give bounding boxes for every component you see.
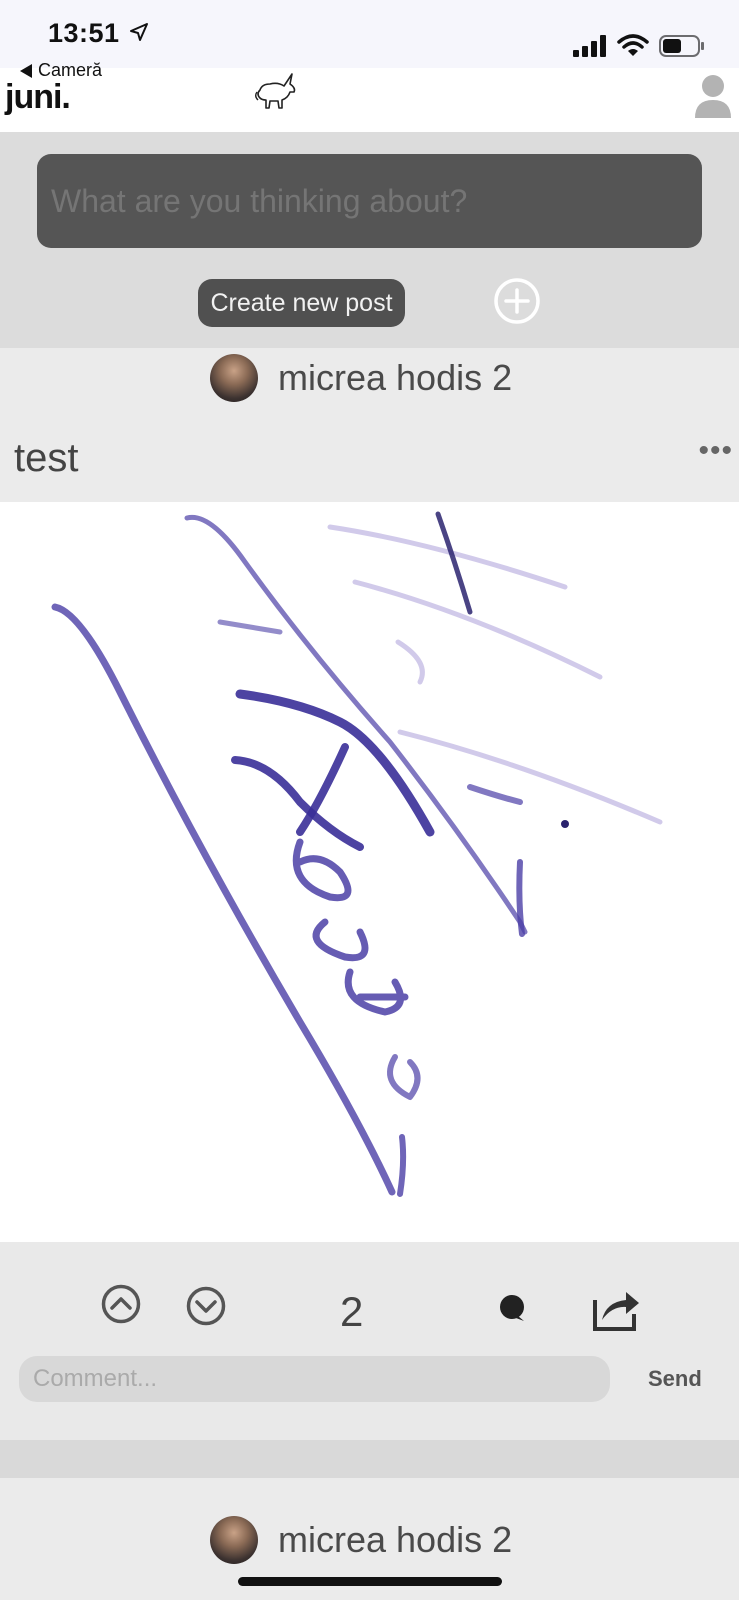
- unicorn-logo-icon[interactable]: [254, 72, 298, 117]
- comment-icon[interactable]: [498, 1294, 526, 1327]
- brand-logo[interactable]: juni.: [5, 78, 71, 117]
- send-button[interactable]: Send: [648, 1366, 702, 1392]
- author-name: micrea hodis 2: [278, 357, 513, 398]
- status-bar: 13:51: [0, 0, 739, 68]
- thought-input[interactable]: [37, 154, 702, 248]
- location-arrow-icon: [129, 22, 149, 47]
- author-avatar: [210, 1516, 258, 1564]
- more-options-icon[interactable]: •••: [698, 434, 733, 468]
- profile-avatar-icon[interactable]: [693, 70, 733, 123]
- signature-drawing: [51, 511, 663, 1197]
- home-indicator[interactable]: [238, 1577, 502, 1586]
- downvote-icon[interactable]: [186, 1286, 226, 1331]
- post-actions: 2 Send: [0, 1242, 739, 1440]
- wifi-icon: [617, 34, 649, 56]
- comment-input[interactable]: [19, 1356, 610, 1402]
- author-name: micrea hodis 2: [278, 1519, 513, 1560]
- feed-divider: [0, 1440, 739, 1478]
- add-media-icon[interactable]: [492, 276, 542, 326]
- upvote-icon[interactable]: [101, 1284, 141, 1329]
- signal-icon: [573, 35, 606, 57]
- vote-count: 2: [340, 1288, 364, 1335]
- post-title: test: [14, 436, 79, 480]
- back-triangle-icon: [20, 63, 32, 78]
- app-header: Cameră juni.: [0, 60, 739, 132]
- post-image[interactable]: [0, 502, 739, 1242]
- post-author[interactable]: micrea hodis 2: [210, 354, 512, 402]
- share-icon[interactable]: [592, 1284, 640, 1337]
- create-post-button[interactable]: Create new post: [198, 279, 405, 327]
- post-composer: Create new post: [0, 132, 739, 348]
- post-card: micrea hodis 2 test ••• 2 Comment... Sen…: [0, 348, 739, 1440]
- battery-icon: [659, 35, 704, 57]
- author-avatar: [210, 354, 258, 402]
- status-time: 13:51: [48, 18, 120, 48]
- status-icons: [573, 34, 705, 58]
- next-post-author[interactable]: micrea hodis 2: [210, 1516, 512, 1564]
